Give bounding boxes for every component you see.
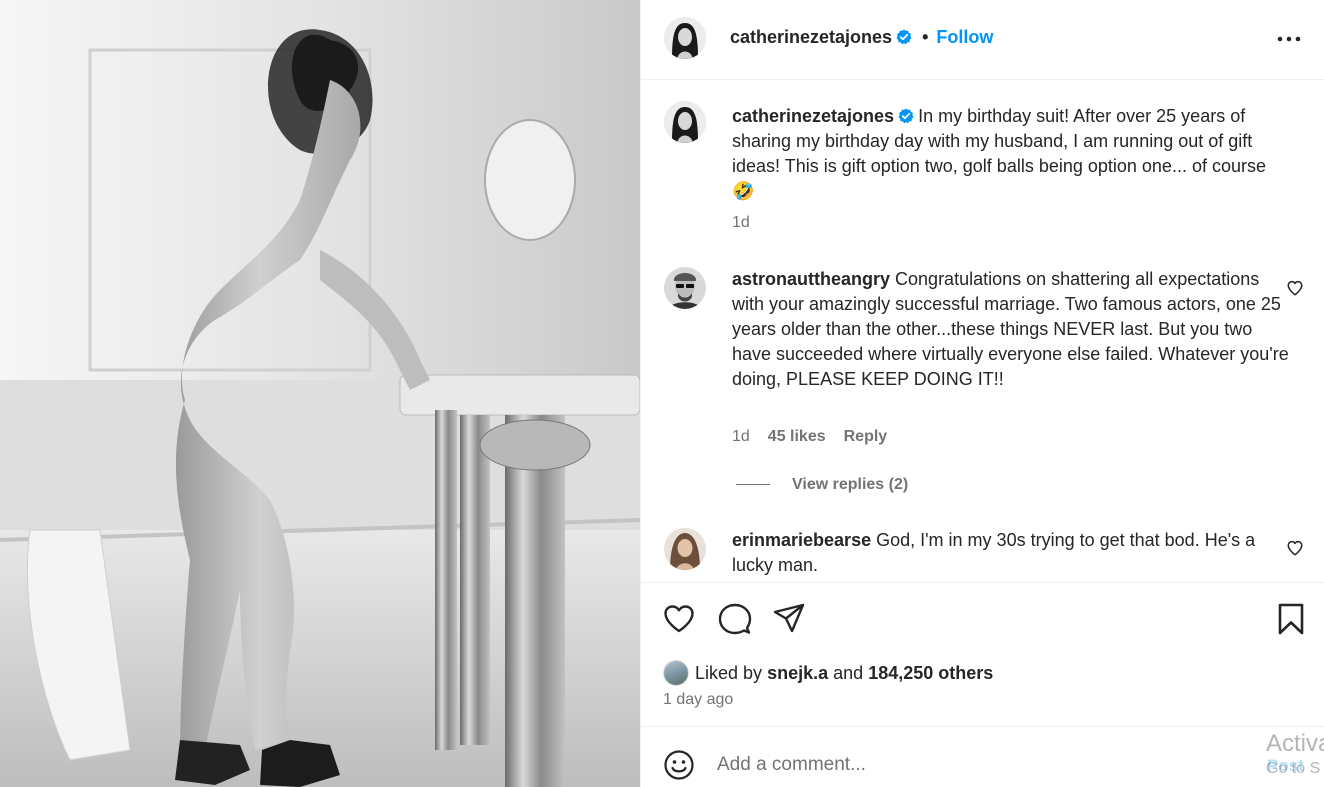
post-comment-button[interactable]: Post — [1267, 756, 1304, 776]
caption-meta: 1d — [732, 214, 768, 232]
post-actions-bar: Liked by snejk.a and 184,250 others 1 da… — [641, 582, 1324, 727]
likes-others-count[interactable]: 184,250 others — [868, 663, 993, 683]
comment-like-heart-icon[interactable] — [1286, 279, 1304, 297]
post-photo-art — [0, 0, 640, 787]
view-replies-button[interactable]: View replies (2) — [736, 476, 908, 494]
caption-author-username[interactable]: catherinezetajones — [732, 106, 894, 126]
comment-avatar-image — [664, 528, 706, 570]
header-separator: • — [922, 27, 929, 47]
caption-author-avatar-image — [664, 101, 706, 143]
liked-by-joiner: and — [833, 663, 864, 683]
liked-by-prefix: Liked by — [695, 663, 763, 683]
post-header: catherinezetajones • Follow — [641, 0, 1324, 80]
emoji-icon[interactable] — [663, 749, 695, 781]
liker-avatar[interactable] — [663, 660, 689, 686]
author-avatar[interactable] — [664, 17, 706, 59]
comment-avatar[interactable] — [664, 528, 706, 570]
caption-author-avatar[interactable] — [664, 101, 706, 143]
comment-username[interactable]: astronauttheangry — [732, 269, 890, 289]
caption-age[interactable]: 1d — [732, 214, 750, 231]
liked-by-line: Liked by snejk.a and 184,250 others — [663, 660, 993, 686]
comment-avatar-image — [664, 267, 706, 309]
post-timestamp[interactable]: 1 day ago — [663, 691, 733, 709]
author-username[interactable]: catherinezetajones — [730, 27, 892, 47]
comment-reply-button[interactable]: Reply — [844, 428, 888, 445]
add-comment-bar: Post — [641, 728, 1324, 787]
like-heart-icon[interactable] — [662, 602, 696, 636]
comment-like-heart-icon[interactable] — [1286, 539, 1304, 557]
comment-item: erinmariebearse God, I'm in my 30s trying… — [664, 528, 1304, 582]
save-bookmark-icon[interactable] — [1274, 602, 1308, 636]
comment-meta: 1d 45 likes Reply — [732, 428, 905, 446]
comment-age[interactable]: 1d — [732, 428, 750, 445]
post-photo[interactable] — [0, 0, 640, 787]
post-side-panel: catherinezetajones • Follow catherinezetaj… — [640, 0, 1324, 787]
verified-badge-icon — [896, 29, 912, 45]
add-comment-input[interactable] — [717, 750, 1237, 780]
caption-row: catherinezetajones In my birthday suit! A… — [664, 101, 1304, 241]
comment-text-block: erinmariebearse God, I'm in my 30s trying… — [732, 528, 1292, 578]
caption-text-block: catherinezetajones In my birthday suit! A… — [732, 104, 1292, 204]
comments-list[interactable]: catherinezetajones In my birthday suit! A… — [641, 81, 1324, 582]
liker-username[interactable]: snejk.a — [767, 663, 828, 683]
comment-text-block: astronauttheangry Congratulations on shat… — [732, 267, 1292, 392]
view-replies-label: View replies (2) — [792, 476, 909, 493]
view-replies-line — [736, 484, 770, 486]
comment-item: astronauttheangry Congratulations on shat… — [664, 267, 1304, 497]
comment-likes-count[interactable]: 45 likes — [768, 428, 826, 445]
author-avatar-image — [664, 17, 706, 59]
share-send-icon[interactable] — [772, 602, 806, 636]
comment-username[interactable]: erinmariebearse — [732, 530, 871, 550]
caption-verified-badge-icon — [898, 108, 914, 124]
more-options-icon[interactable] — [1276, 28, 1302, 50]
header-user-line: catherinezetajones • Follow — [730, 27, 993, 48]
comment-bubble-icon[interactable] — [718, 602, 752, 636]
follow-button[interactable]: Follow — [936, 27, 993, 47]
comment-avatar[interactable] — [664, 267, 706, 309]
